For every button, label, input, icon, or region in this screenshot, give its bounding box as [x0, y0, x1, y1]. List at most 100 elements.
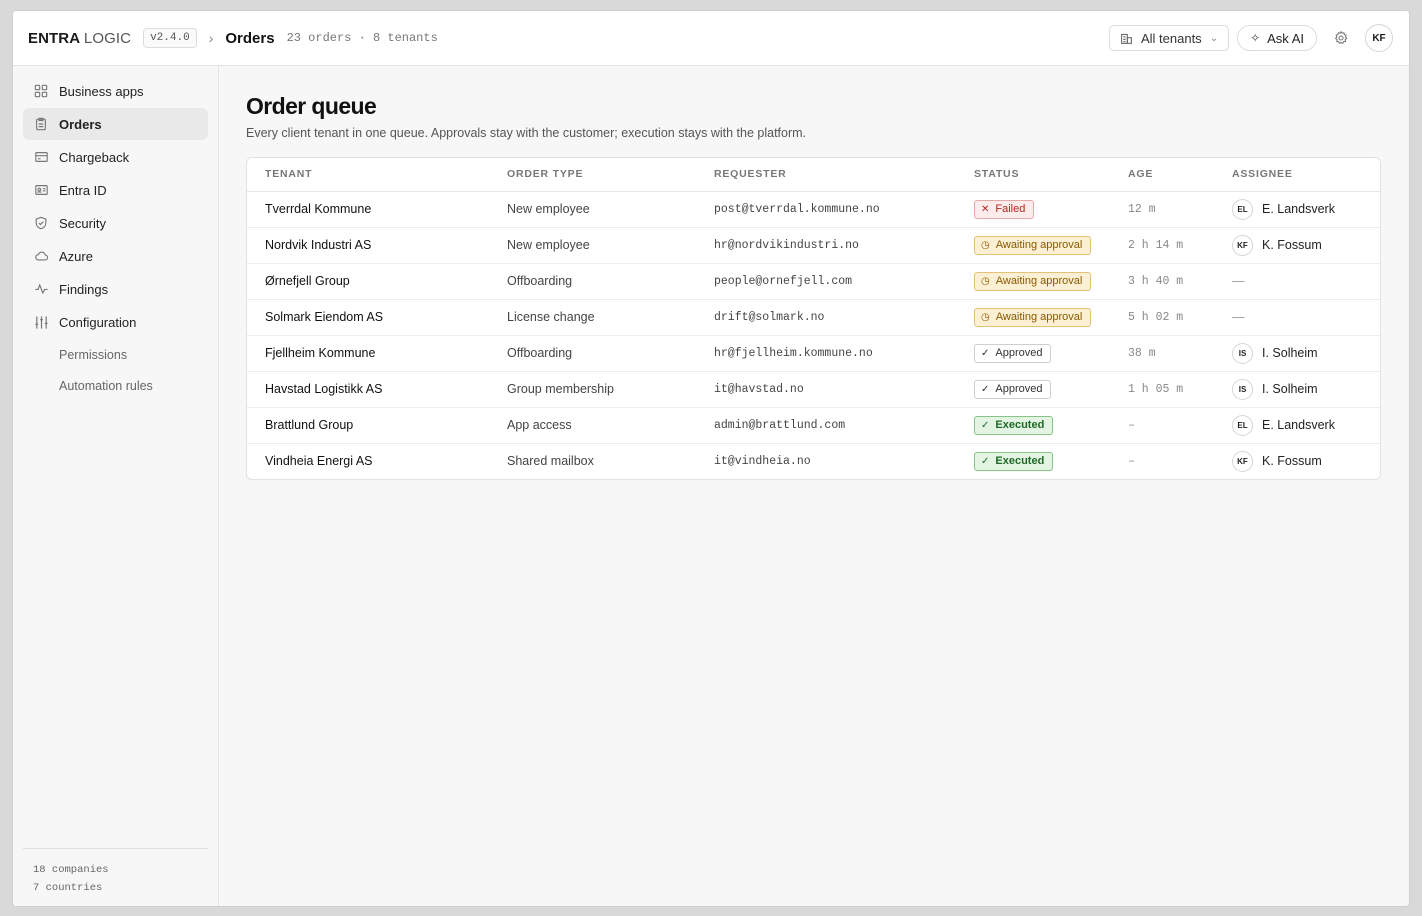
cell-tenant: Havstad Logistikk AS [247, 371, 489, 408]
cell-requester: drift@solmark.no [696, 299, 956, 336]
sidebar-nav: Business apps Orders Chargeback Entra ID [13, 66, 218, 338]
cell-tenant: Vindheia Energi AS [265, 454, 373, 469]
status-await-icon: ◷ [981, 239, 990, 251]
countries-count: 7 countries [33, 882, 103, 894]
cell-assignee: — [1214, 299, 1380, 336]
assignee-avatar: EL [1232, 198, 1253, 220]
user-avatar[interactable]: KF [1365, 24, 1393, 52]
gear-icon[interactable] [1331, 28, 1351, 48]
assignee-name: K. Fossum [1262, 238, 1322, 252]
status-badge: ✕ Failed [974, 199, 1035, 219]
status-label: Executed [995, 455, 1045, 468]
table-row[interactable]: Fjellheim Kommune Offboarding hr@fjellhe… [247, 335, 1380, 372]
brand-suffix: LOGIC [83, 29, 132, 47]
order-count-meta: 23 orders · 8 tenants [286, 31, 438, 45]
status-label: Approved [995, 347, 1043, 359]
cell-assignee: — [1214, 263, 1380, 300]
orders-table-card: TENANT ORDER TYPE REQUESTER STATUS AGE A… [246, 157, 1381, 480]
table-row[interactable]: Tverrdal Kommune New employee post@tverr… [247, 191, 1380, 228]
assignee: IS I. Solheim [1232, 378, 1380, 400]
assignee: KF K. Fossum [1232, 450, 1380, 472]
sidebar-item-business-apps[interactable]: Business apps [23, 75, 208, 107]
assignee: EL E. Landsverk [1232, 198, 1380, 220]
column-header-order-type[interactable]: ORDER TYPE [489, 158, 696, 192]
ask-ai-label: Ask AI [1267, 30, 1304, 46]
ask-ai-button[interactable]: ✧ Ask AI [1237, 25, 1317, 51]
status-label: Approved [995, 383, 1043, 395]
tenant-filter-label: All tenants [1140, 30, 1202, 46]
tenant-filter-dropdown[interactable]: All tenants ⌄ [1108, 25, 1230, 51]
status-badge: ◷ Awaiting approval [974, 235, 1092, 255]
cell-status: ◷ Awaiting approval [956, 227, 1110, 264]
sidebar-item-label: Chargeback [59, 149, 130, 165]
assignee-name: K. Fossum [1262, 454, 1322, 469]
cell-assignee: EL E. Landsverk [1214, 407, 1380, 444]
sidebar-item-entra-id[interactable]: Entra ID [23, 174, 208, 206]
assignee: IS I. Solheim [1232, 342, 1380, 364]
sparkle-icon: ✧ [1250, 31, 1261, 45]
sidebar-subitem-permissions[interactable]: Permissions [23, 339, 208, 370]
cell-age: 5 h 02 m [1110, 299, 1214, 336]
cell-assignee: IS I. Solheim [1214, 335, 1380, 372]
table-row[interactable]: Ørnefjell Group Offboarding people@ornef… [247, 263, 1380, 300]
sidebar: Business apps Orders Chargeback Entra ID [13, 66, 219, 906]
sidebar-item-configuration[interactable]: Configuration [23, 306, 208, 338]
assignee-avatar: EL [1232, 414, 1253, 436]
status-failed-icon: ✕ [981, 203, 990, 215]
assignee-name: E. Landsverk [1262, 418, 1335, 432]
sidebar-item-label: Orders [59, 116, 102, 132]
status-badge: ◷ Awaiting approval [974, 271, 1092, 291]
cell-requester: post@tverrdal.kommune.no [696, 191, 956, 228]
table-row[interactable]: Solmark Eiendom AS License change drift@… [247, 299, 1380, 336]
status-badge: ✓ Approved [974, 343, 1052, 363]
sidebar-item-findings[interactable]: Findings [23, 273, 208, 305]
column-header-age[interactable]: AGE [1110, 158, 1214, 192]
sidebar-item-azure[interactable]: Azure [23, 240, 208, 272]
cell-order-type: License change [489, 299, 696, 336]
brand-name: ENTRA [28, 29, 80, 47]
cell-order-type: App access [489, 407, 696, 444]
cell-age: 38 m [1110, 335, 1214, 372]
assignee-avatar: KF [1232, 450, 1253, 472]
cell-order-type: Offboarding [489, 263, 696, 300]
column-header-tenant[interactable]: TENANT [247, 158, 489, 192]
status-label: Awaiting approval [995, 275, 1083, 287]
cell-status: ✓ Approved [956, 371, 1110, 408]
column-header-assignee[interactable]: ASSIGNEE [1214, 158, 1380, 192]
main-content: Order queue Every client tenant in one q… [246, 66, 1381, 480]
cell-status: ✓ Approved [956, 335, 1110, 372]
cell-requester: admin@brattlund.com [696, 407, 956, 444]
status-badge: ◷ Awaiting approval [974, 307, 1092, 327]
column-header-requester[interactable]: REQUESTER [696, 158, 956, 192]
cell-assignee: KF K. Fossum [1214, 227, 1380, 264]
brand-logo[interactable]: ENTRA LOGIC [28, 30, 131, 47]
status-label: Failed [995, 203, 1026, 215]
sidebar-item-security[interactable]: Security [23, 207, 208, 239]
cell-requester: it@havstad.no [696, 371, 956, 408]
table-body: Tverrdal Kommune New employee post@tverr… [247, 191, 1380, 479]
assignee-name: I. Solheim [1262, 346, 1318, 360]
assignee: EL E. Landsverk [1232, 414, 1380, 436]
table-row[interactable]: Brattlund Group App access admin@brattlu… [247, 407, 1380, 444]
status-approved-icon: ✓ [981, 383, 990, 395]
page-title: Order queue [246, 93, 377, 119]
sidebar-item-orders[interactable]: Orders [23, 108, 208, 140]
cell-status: ◷ Awaiting approval [956, 299, 1110, 336]
sidebar-item-label: Azure [59, 248, 93, 264]
cell-age: – [1128, 454, 1135, 468]
sliders-icon [33, 314, 49, 330]
status-badge: ✓ Approved [974, 379, 1052, 399]
table-row[interactable]: Havstad Logistikk AS Group membership it… [247, 371, 1380, 408]
cell-age: 12 m [1110, 191, 1214, 228]
table-row[interactable]: Nordvik Industri AS New employee hr@nord… [247, 227, 1380, 264]
sidebar-subitem-automation-rules[interactable]: Automation rules [23, 370, 208, 401]
column-header-status[interactable]: STATUS [956, 158, 1110, 192]
assignee-avatar: IS [1232, 378, 1253, 400]
unassigned-dash: — [1232, 274, 1245, 288]
assignee: KF K. Fossum [1232, 234, 1380, 256]
table-row[interactable]: Vindheia Energi AS Shared mailbox it@vin… [247, 443, 1380, 479]
assignee-name: I. Solheim [1262, 382, 1318, 396]
breadcrumb-separator-icon: › [208, 30, 214, 46]
sidebar-item-label: Security [59, 215, 106, 231]
sidebar-item-chargeback[interactable]: Chargeback [23, 141, 208, 173]
